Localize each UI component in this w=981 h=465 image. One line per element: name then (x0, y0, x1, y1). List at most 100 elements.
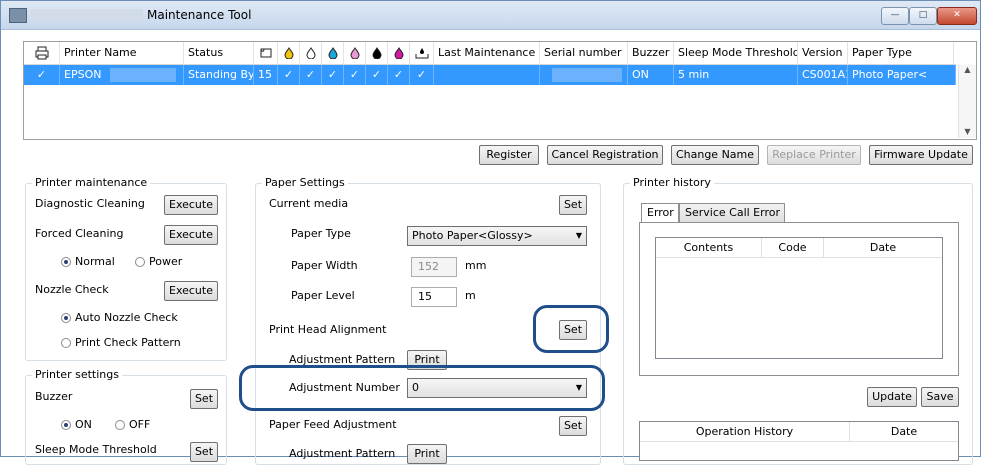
ink-light-magenta-icon (344, 42, 366, 64)
row-ink-check: ✓ (322, 65, 344, 85)
update-button[interactable]: Update (867, 387, 917, 407)
col-contents[interactable]: Contents (656, 238, 762, 258)
buzzer-off-radio[interactable] (115, 420, 125, 430)
col-serial-number[interactable]: Serial number (540, 42, 628, 64)
print-check-pattern-radio[interactable] (61, 338, 71, 348)
forced-cleaning-label: Forced Cleaning (35, 227, 124, 240)
paper-width-label: Paper Width (291, 259, 358, 272)
maintenance-tool-window: Maintenance Tool — □ ✕ Printer Name Stat… (0, 0, 981, 465)
row-ink-check: ✓ (366, 65, 388, 85)
title-bar: Maintenance Tool — □ ✕ (1, 1, 980, 30)
col-sleep-mode[interactable]: Sleep Mode Threshold (674, 42, 798, 64)
col-date[interactable]: Date (824, 238, 942, 258)
row-box-check: ✓ (410, 65, 434, 85)
buzzer-label: Buzzer (35, 390, 73, 403)
window-title: Maintenance Tool (147, 8, 252, 22)
printer-app-icon (9, 8, 27, 23)
error-history-table[interactable]: Contents Code Date (655, 237, 943, 359)
power-label: Power (149, 255, 183, 268)
paper-settings-title: Paper Settings (262, 176, 348, 189)
operation-history-table[interactable]: Operation History Date (639, 421, 959, 461)
ink-magenta-icon (388, 42, 410, 64)
paper-type-label: Paper Type (291, 227, 351, 240)
redacted-block (552, 68, 622, 82)
sleep-mode-set-button[interactable]: Set (190, 442, 218, 462)
paper-type-select[interactable]: Photo Paper<Glossy> ▼ (407, 226, 587, 246)
current-media-set-button[interactable]: Set (559, 195, 587, 215)
register-button[interactable]: Register (479, 145, 539, 165)
row-buzzer: ON (628, 65, 674, 85)
redacted-block (110, 68, 176, 82)
printer-history-title: Printer history (630, 176, 714, 189)
normal-label: Normal (75, 255, 115, 268)
ink-cyan-icon (322, 42, 344, 64)
change-name-button[interactable]: Change Name (671, 145, 759, 165)
col-printer-name[interactable]: Printer Name (60, 42, 184, 64)
col-last-maintenance[interactable]: Last Maintenance (434, 42, 540, 64)
paper-width-unit: mm (465, 259, 487, 272)
replace-printer-button[interactable]: Replace Printer (767, 145, 861, 165)
cancel-registration-button[interactable]: Cancel Registration (547, 145, 663, 165)
row-serial (540, 65, 628, 85)
printer-list-grid[interactable]: Printer Name Status Last Maintenance Ser… (23, 41, 977, 140)
paper-level-label: Paper Level (291, 289, 355, 302)
diagnostic-cleaning-execute-button[interactable]: Execute (164, 195, 218, 215)
row-ink-check: ✓ (300, 65, 322, 85)
col-status[interactable]: Status (184, 42, 254, 64)
nozzle-check-label: Nozzle Check (35, 283, 109, 296)
row-check-icon: ✓ (24, 65, 60, 85)
row-ink-check: ✓ (278, 65, 300, 85)
col-code[interactable]: Code (762, 238, 824, 258)
chevron-down-icon: ▼ (575, 231, 582, 240)
col-version[interactable]: Version (798, 42, 848, 64)
row-ink-check: ✓ (344, 65, 366, 85)
save-button[interactable]: Save (921, 387, 959, 407)
row-count: 15 (254, 65, 278, 85)
grid-vertical-scrollbar[interactable]: ▲ ▼ (958, 65, 976, 138)
row-status: Standing By (184, 65, 254, 85)
normal-radio[interactable] (61, 257, 71, 267)
buzzer-off-label: OFF (129, 418, 151, 431)
firmware-update-button[interactable]: Firmware Update (869, 145, 973, 165)
sleep-mode-threshold-label: Sleep Mode Threshold (35, 443, 157, 456)
close-button[interactable]: ✕ (937, 7, 977, 25)
paper-level-unit: m (465, 289, 476, 302)
paper-feed-adjustment-label: Paper Feed Adjustment (269, 418, 397, 431)
printer-name-value: EPSON (64, 68, 102, 81)
auto-nozzle-check-radio[interactable] (61, 313, 71, 323)
printer-icon-header (24, 42, 60, 64)
minimize-button[interactable]: — (881, 7, 909, 25)
col-paper-type[interactable]: Paper Type (848, 42, 954, 64)
nozzle-check-execute-button[interactable]: Execute (164, 281, 218, 301)
ink-yellow-icon (278, 42, 300, 64)
row-sleep: 5 min (674, 65, 798, 85)
buzzer-on-radio[interactable] (61, 420, 71, 430)
col-operation-history[interactable]: Operation History (640, 422, 850, 442)
scroll-down-icon[interactable]: ▼ (959, 127, 976, 136)
row-version: CS001A1 (798, 65, 848, 85)
feed-adjustment-pattern-label: Adjustment Pattern (289, 447, 396, 460)
paper-type-value: Photo Paper<Glossy> (412, 229, 533, 242)
printer-row-selected[interactable]: ✓ EPSON Standing By 15 ✓ ✓ ✓ ✓ ✓ ✓ ✓ ON … (24, 65, 956, 85)
scroll-up-icon[interactable]: ▲ (959, 65, 976, 74)
auto-nozzle-check-label: Auto Nozzle Check (75, 311, 178, 324)
forced-cleaning-execute-button[interactable]: Execute (164, 225, 218, 245)
maximize-button[interactable]: □ (909, 7, 937, 25)
feed-adjustment-print-button[interactable]: Print (407, 444, 447, 464)
row-last-maintenance (434, 65, 540, 85)
paper-icon-header (254, 42, 278, 64)
buzzer-set-button[interactable]: Set (190, 389, 218, 409)
print-check-pattern-label: Print Check Pattern (75, 336, 181, 349)
paper-level-field[interactable]: 15 (411, 287, 457, 307)
paper-feed-set-button[interactable]: Set (559, 416, 587, 436)
printer-maintenance-title: Printer maintenance (32, 176, 151, 189)
print-head-alignment-label: Print Head Alignment (269, 323, 387, 336)
printer-settings-title: Printer settings (32, 368, 122, 381)
col-buzzer[interactable]: Buzzer (628, 42, 674, 64)
col-op-date[interactable]: Date (850, 422, 958, 442)
power-radio[interactable] (135, 257, 145, 267)
tab-error[interactable]: Error (641, 203, 679, 224)
tab-service-call-error[interactable]: Service Call Error (679, 203, 785, 222)
ink-black-icon (366, 42, 388, 64)
ink-light-icon (300, 42, 322, 64)
